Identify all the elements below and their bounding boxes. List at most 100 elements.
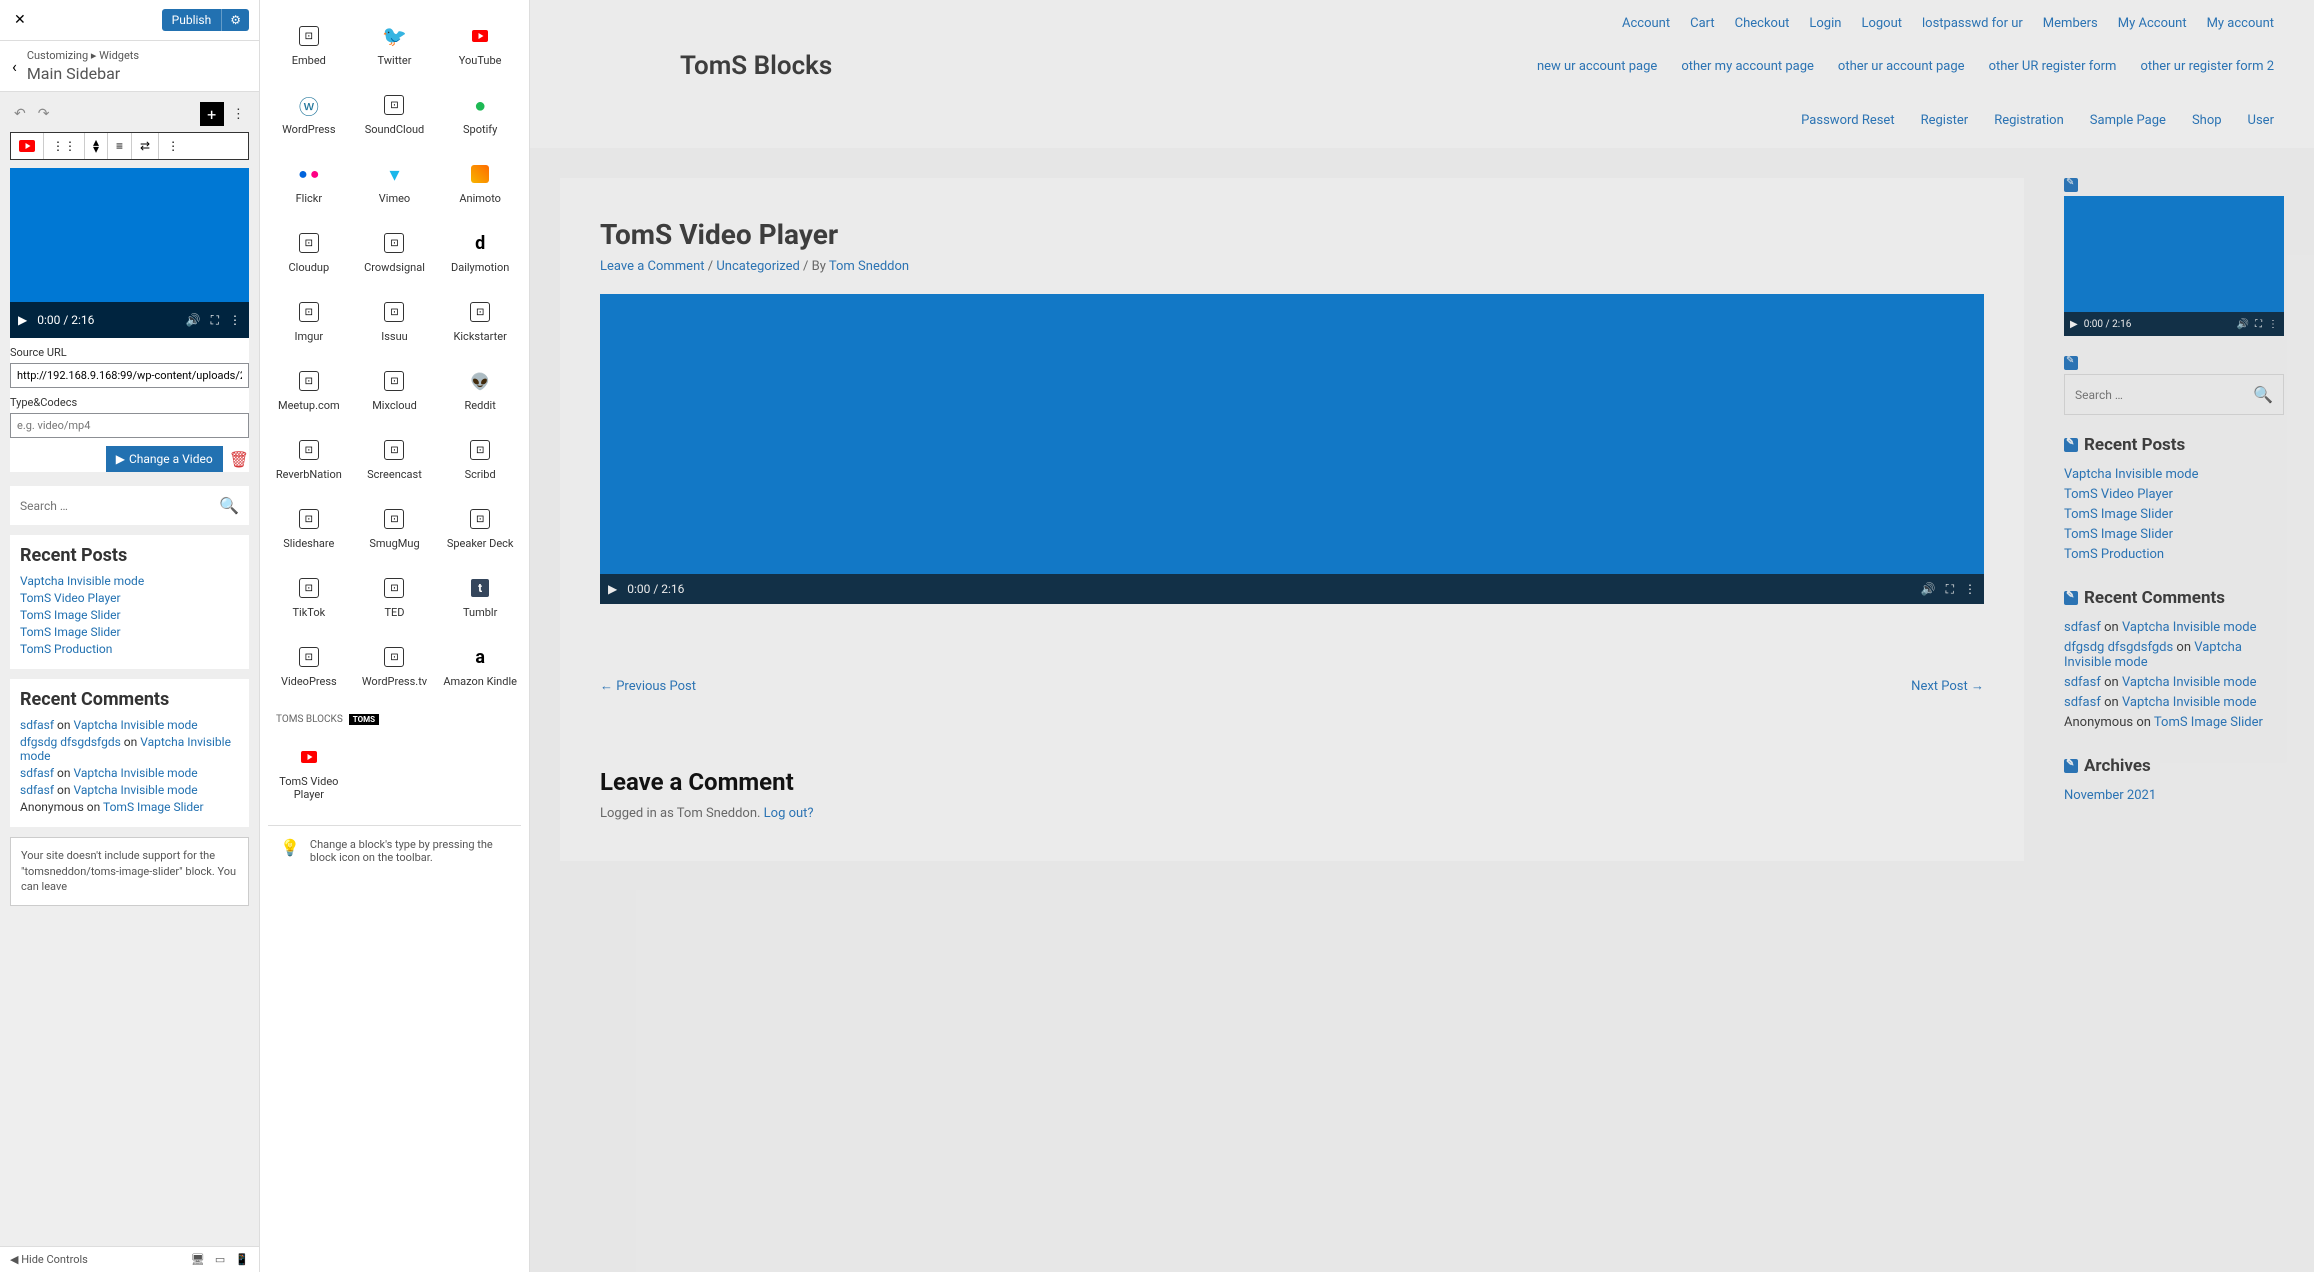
inserter-item-meetup-com[interactable]: ⊡Meetup.com bbox=[268, 359, 350, 422]
inserter-item-wordpress[interactable]: ⓦWordPress bbox=[268, 83, 350, 146]
sidebar-search-input[interactable] bbox=[2075, 385, 2253, 404]
inserter-item-twitter[interactable]: 🐦Twitter bbox=[354, 14, 436, 77]
inserter-item-toms-video-player[interactable]: TomS Video Player bbox=[268, 735, 350, 811]
comment-post-link[interactable]: Vaptcha Invisible mode bbox=[73, 783, 197, 797]
sidebar-video[interactable]: ▶ 0:00 / 2:16 🔊 ⛶ ⋮ bbox=[2064, 196, 2284, 336]
author-link[interactable]: Tom Sneddon bbox=[829, 259, 909, 274]
comment-author-link[interactable]: sdfasf bbox=[2064, 620, 2101, 635]
inserter-item-embed[interactable]: ⊡Embed bbox=[268, 14, 350, 77]
edit-icon[interactable] bbox=[2064, 178, 2078, 192]
post-link[interactable]: Vaptcha Invisible mode bbox=[20, 574, 144, 588]
align-icon[interactable]: ≡ bbox=[108, 133, 132, 159]
inserter-item-reverbnation[interactable]: ⊡ReverbNation bbox=[268, 428, 350, 491]
comment-post-link[interactable]: Vaptcha Invisible mode bbox=[73, 766, 197, 780]
edit-icon[interactable] bbox=[2064, 759, 2078, 773]
inserter-item-spotify[interactable]: ●Spotify bbox=[439, 83, 521, 146]
nav-link[interactable]: Registration bbox=[1994, 113, 2064, 128]
inserter-item-kickstarter[interactable]: ⊡Kickstarter bbox=[439, 290, 521, 353]
inserter-item-mixcloud[interactable]: ⊡Mixcloud bbox=[354, 359, 436, 422]
drag-handle-icon[interactable]: ⋮⋮ bbox=[44, 133, 85, 159]
inserter-item-crowdsignal[interactable]: ⊡Crowdsignal bbox=[354, 221, 436, 284]
inserter-item-amazon-kindle[interactable]: aAmazon Kindle bbox=[439, 635, 521, 698]
mobile-icon[interactable]: 📱 bbox=[235, 1253, 249, 1266]
add-block-button[interactable]: + bbox=[200, 102, 224, 126]
nav-link[interactable]: Checkout bbox=[1735, 16, 1790, 31]
source-url-input[interactable] bbox=[10, 363, 249, 388]
fullscreen-icon[interactable]: ⛶ bbox=[211, 313, 219, 328]
block-more-icon[interactable]: ⋮ bbox=[159, 133, 187, 159]
comment-post-link[interactable]: Vaptcha Invisible mode bbox=[2122, 620, 2257, 635]
inserter-item-reddit[interactable]: 👽Reddit bbox=[439, 359, 521, 422]
trash-icon[interactable]: 🗑 bbox=[229, 450, 249, 469]
post-link[interactable]: November 2021 bbox=[2064, 788, 2156, 803]
nav-link[interactable]: Register bbox=[1921, 113, 1969, 128]
edit-icon[interactable] bbox=[2064, 356, 2078, 370]
volume-icon[interactable]: 🔊 bbox=[186, 313, 201, 327]
inserter-item-issuu[interactable]: ⊡Issuu bbox=[354, 290, 436, 353]
nav-link[interactable]: other ur account page bbox=[1838, 59, 1965, 74]
site-title[interactable]: TomS Blocks bbox=[680, 51, 832, 81]
category-link[interactable]: Uncategorized bbox=[716, 259, 799, 274]
logout-link[interactable]: Log out? bbox=[764, 806, 814, 821]
video-preview[interactable]: ▶ 0:00 / 2:16 🔊 ⛶ ⋮ bbox=[10, 168, 249, 338]
comment-author-link[interactable]: sdfasf bbox=[2064, 675, 2101, 690]
move-arrows-icon[interactable]: ▴▾ bbox=[85, 133, 108, 159]
post-link[interactable]: TomS Image Slider bbox=[20, 608, 121, 622]
nav-link[interactable]: new ur account page bbox=[1537, 59, 1657, 74]
inserter-item-animoto[interactable]: Animoto bbox=[439, 152, 521, 215]
inserter-item-cloudup[interactable]: ⊡Cloudup bbox=[268, 221, 350, 284]
video-more-icon[interactable]: ⋮ bbox=[229, 313, 241, 327]
play-icon[interactable]: ▶ bbox=[2070, 319, 2078, 330]
edit-icon[interactable] bbox=[2064, 591, 2078, 605]
nav-link[interactable]: Members bbox=[2043, 16, 2098, 31]
post-link[interactable]: TomS Image Slider bbox=[2064, 507, 2173, 522]
inserter-item-slideshare[interactable]: ⊡Slideshare bbox=[268, 497, 350, 560]
post-link[interactable]: TomS Image Slider bbox=[2064, 527, 2173, 542]
post-link[interactable]: TomS Image Slider bbox=[20, 625, 121, 639]
video-more-icon[interactable]: ⋮ bbox=[1964, 582, 1976, 596]
nav-link[interactable]: My account bbox=[2207, 16, 2274, 31]
inserter-item-wordpress-tv[interactable]: ⊡WordPress.tv bbox=[354, 635, 436, 698]
nav-link[interactable]: Account bbox=[1622, 16, 1670, 31]
inserter-item-scribd[interactable]: ⊡Scribd bbox=[439, 428, 521, 491]
inserter-item-videopress[interactable]: ⊡VideoPress bbox=[268, 635, 350, 698]
back-icon[interactable]: ‹ bbox=[12, 57, 17, 76]
play-icon[interactable]: ▶ bbox=[18, 313, 27, 327]
comment-author-link[interactable]: sdfasf bbox=[20, 783, 54, 797]
comment-author-link[interactable]: dfgsdg dfsgdsfgds bbox=[20, 735, 121, 749]
comment-post-link[interactable]: Vaptcha Invisible mode bbox=[73, 718, 197, 732]
comment-author-link[interactable]: sdfasf bbox=[20, 766, 54, 780]
inserter-item-speaker-deck[interactable]: ⊡Speaker Deck bbox=[439, 497, 521, 560]
volume-icon[interactable]: 🔊 bbox=[2237, 319, 2249, 330]
leave-comment-link[interactable]: Leave a Comment bbox=[600, 259, 705, 274]
comment-author-link[interactable]: dfgsdg dfsgdsfgds bbox=[2064, 640, 2173, 655]
fullscreen-icon[interactable]: ⛶ bbox=[2255, 319, 2262, 330]
search-icon[interactable]: 🔍 bbox=[2253, 385, 2273, 404]
more-options-icon[interactable]: ⋮ bbox=[228, 103, 249, 126]
nav-link[interactable]: lostpasswd for ur bbox=[1922, 16, 2023, 31]
volume-icon[interactable]: 🔊 bbox=[1921, 582, 1936, 596]
inserter-item-vimeo[interactable]: ▾Vimeo bbox=[354, 152, 436, 215]
inserter-item-tumblr[interactable]: tTumblr bbox=[439, 566, 521, 629]
publish-settings-gear-icon[interactable]: ⚙ bbox=[221, 9, 249, 31]
nav-link[interactable]: Shop bbox=[2192, 113, 2222, 128]
undo-icon[interactable]: ↶ bbox=[10, 102, 30, 126]
type-codecs-input[interactable] bbox=[10, 413, 249, 438]
nav-link[interactable]: other ur register form 2 bbox=[2140, 59, 2274, 74]
comment-post-link[interactable]: TomS Image Slider bbox=[2154, 715, 2263, 730]
comment-post-link[interactable]: Vaptcha Invisible mode bbox=[2122, 675, 2257, 690]
post-link[interactable]: TomS Production bbox=[20, 642, 112, 656]
desktop-icon[interactable]: 🖥 bbox=[191, 1253, 205, 1266]
post-link[interactable]: TomS Production bbox=[2064, 547, 2164, 562]
close-icon[interactable]: ✕ bbox=[10, 8, 30, 32]
nav-link[interactable]: User bbox=[2248, 113, 2274, 128]
hide-controls-label[interactable]: Hide Controls bbox=[21, 1253, 88, 1266]
inserter-item-smugmug[interactable]: ⊡SmugMug bbox=[354, 497, 436, 560]
inserter-item-screencast[interactable]: ⊡Screencast bbox=[354, 428, 436, 491]
collapse-icon[interactable]: ◀ bbox=[10, 1253, 18, 1266]
inserter-item-dailymotion[interactable]: dDailymotion bbox=[439, 221, 521, 284]
edit-icon[interactable] bbox=[2064, 438, 2078, 452]
comment-post-link[interactable]: Vaptcha Invisible mode bbox=[2122, 695, 2257, 710]
inserter-item-ted[interactable]: ⊡TED bbox=[354, 566, 436, 629]
inserter-item-soundcloud[interactable]: ⊡SoundCloud bbox=[354, 83, 436, 146]
